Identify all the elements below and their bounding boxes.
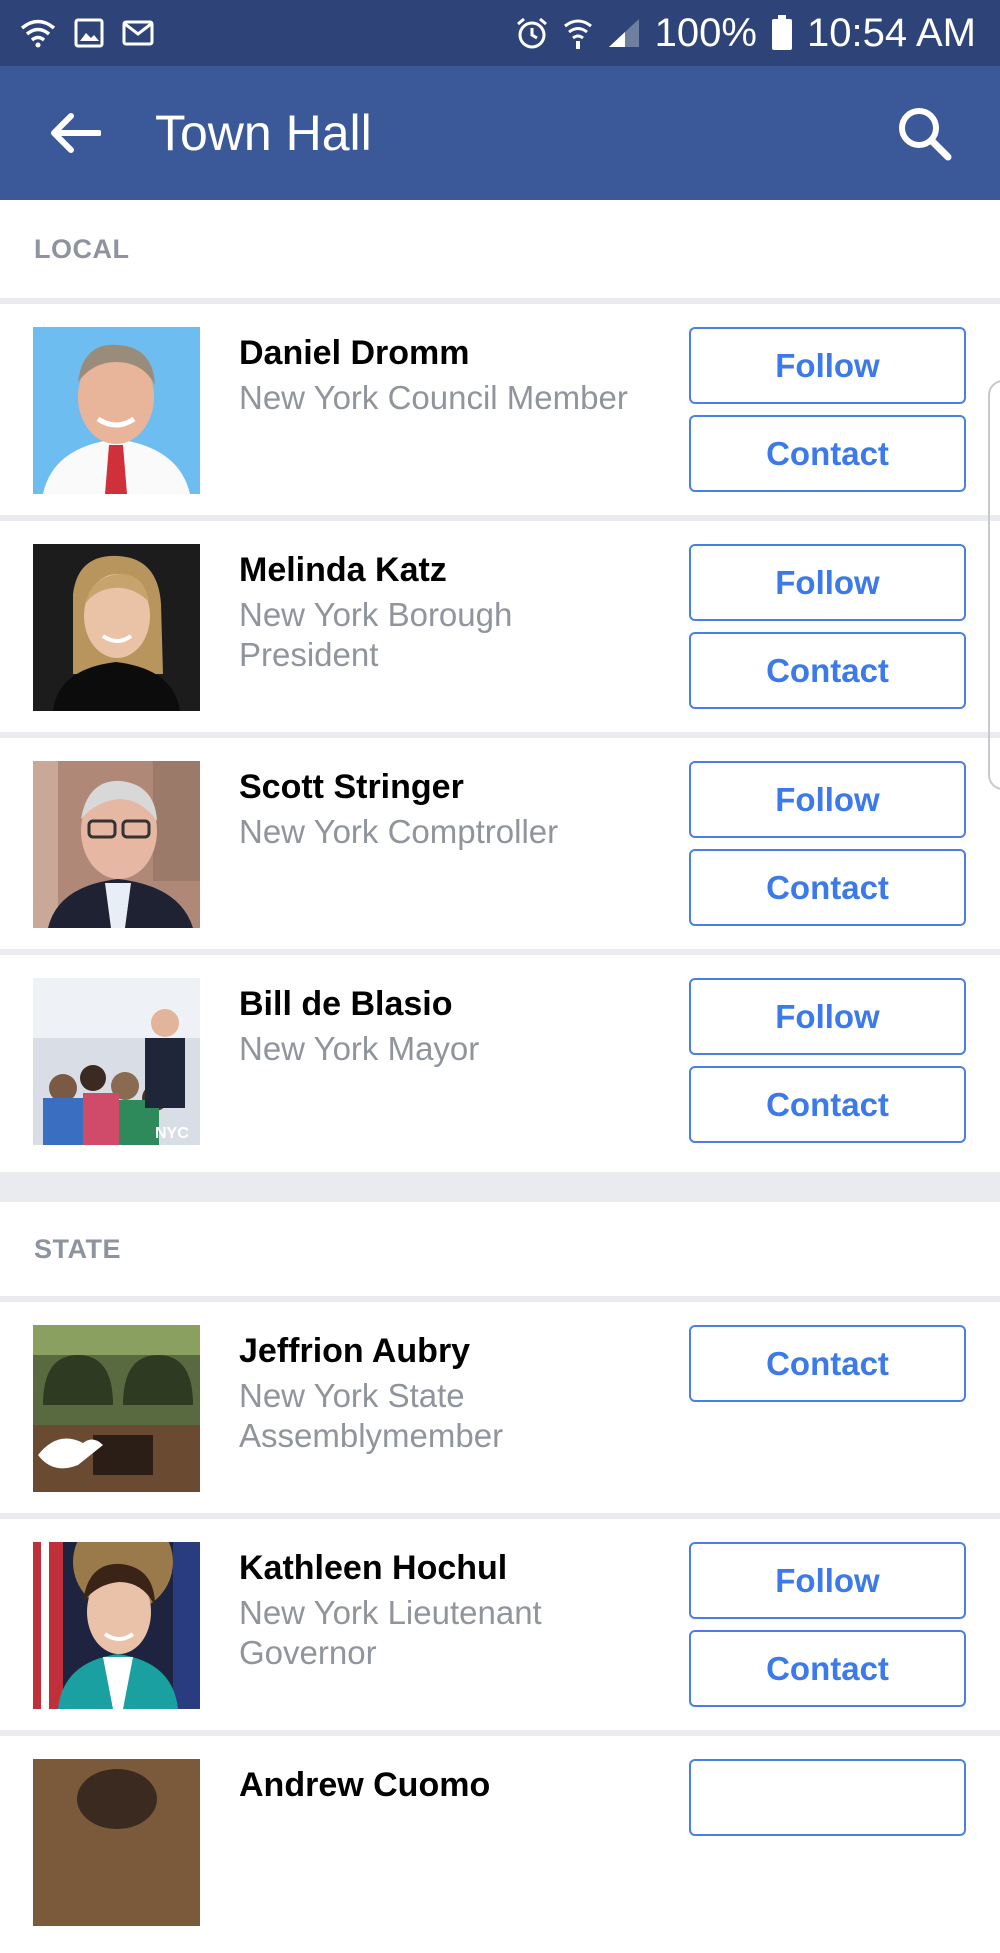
person-title: New York Mayor xyxy=(239,1030,480,1067)
wifi-icon xyxy=(20,19,56,48)
avatar[interactable]: NYC xyxy=(33,978,200,1145)
person-title: New York Comptroller xyxy=(239,813,559,850)
person-name: Kathleen Hochul xyxy=(239,1549,508,1587)
person-name: Bill de Blasio xyxy=(239,985,453,1023)
contact-button[interactable]: Contact xyxy=(689,849,966,926)
follow-button[interactable]: Follow xyxy=(689,544,966,621)
follow-button[interactable]: Follow xyxy=(689,978,966,1055)
app-bar: Town Hall xyxy=(0,66,1000,200)
scroll-handle[interactable] xyxy=(988,380,1000,790)
image-icon xyxy=(74,18,104,48)
person-title: New York State Assemblymember xyxy=(239,1377,504,1454)
contact-button[interactable]: Contact xyxy=(689,632,966,709)
clock: 10:54 AM xyxy=(806,10,976,55)
signal-icon xyxy=(608,19,639,47)
search-button[interactable] xyxy=(890,102,960,166)
avatar[interactable] xyxy=(33,761,200,928)
section-divider xyxy=(0,1172,1000,1202)
search-icon xyxy=(899,108,952,161)
svg-text:NYC: NYC xyxy=(155,1125,189,1142)
person-name: Jeffrion Aubry xyxy=(239,1332,471,1370)
section-header-state: STATE xyxy=(0,1202,1000,1302)
list-item: Kathleen Hochul New York Lieutenant Gove… xyxy=(0,1519,1000,1736)
mail-icon xyxy=(122,20,154,46)
contact-button[interactable]: Contact xyxy=(689,1066,966,1143)
person-name: Melinda Katz xyxy=(239,551,447,589)
avatar[interactable] xyxy=(33,1759,200,1926)
contact-button[interactable]: Contact xyxy=(689,1630,966,1707)
follow-button[interactable] xyxy=(689,1759,966,1836)
section-header-local: LOCAL xyxy=(0,200,1000,304)
arrow-left-icon xyxy=(51,113,101,153)
person-title: New York Council Member xyxy=(239,379,628,416)
page-title: Town Hall xyxy=(155,105,372,161)
town-hall-list: LOCAL Daniel Dromm New York Council Memb… xyxy=(0,200,1000,1953)
follow-button[interactable]: Follow xyxy=(689,327,966,404)
avatar[interactable] xyxy=(33,1542,200,1709)
avatar[interactable] xyxy=(33,544,200,711)
person-name: Andrew Cuomo xyxy=(239,1766,491,1804)
contact-button[interactable]: Contact xyxy=(689,415,966,492)
follow-button[interactable]: Follow xyxy=(689,761,966,838)
list-item: Melinda Katz New York Borough President … xyxy=(0,521,1000,738)
list-item: Andrew Cuomo xyxy=(0,1736,1000,1953)
status-right: 100% 10:54 AM xyxy=(515,8,976,58)
person-name: Daniel Dromm xyxy=(239,334,470,372)
status-left-icons xyxy=(20,12,154,54)
alarm-icon xyxy=(516,17,547,49)
battery-percent: 100% xyxy=(654,10,757,55)
list-item: Daniel Dromm New York Council Member Fol… xyxy=(0,304,1000,521)
person-name: Scott Stringer xyxy=(239,768,464,806)
person-title: New York Lieutenant Governor xyxy=(239,1594,542,1671)
list-item: NYC Bill de Blasio New York Mayor Follow… xyxy=(0,955,1000,1172)
list-item: Jeffrion Aubry New York State Assemblyme… xyxy=(0,1302,1000,1519)
avatar[interactable] xyxy=(33,1325,200,1492)
battery-icon xyxy=(771,15,792,50)
contact-button[interactable]: Contact xyxy=(689,1325,966,1402)
list-item: Scott Stringer New York Comptroller Foll… xyxy=(0,738,1000,955)
status-bar: 100% 10:54 AM xyxy=(0,0,1000,66)
avatar[interactable] xyxy=(33,327,200,494)
person-title: New York Borough President xyxy=(239,596,513,673)
wifi-call-icon xyxy=(563,19,592,49)
back-button[interactable] xyxy=(40,101,110,165)
follow-button[interactable]: Follow xyxy=(689,1542,966,1619)
